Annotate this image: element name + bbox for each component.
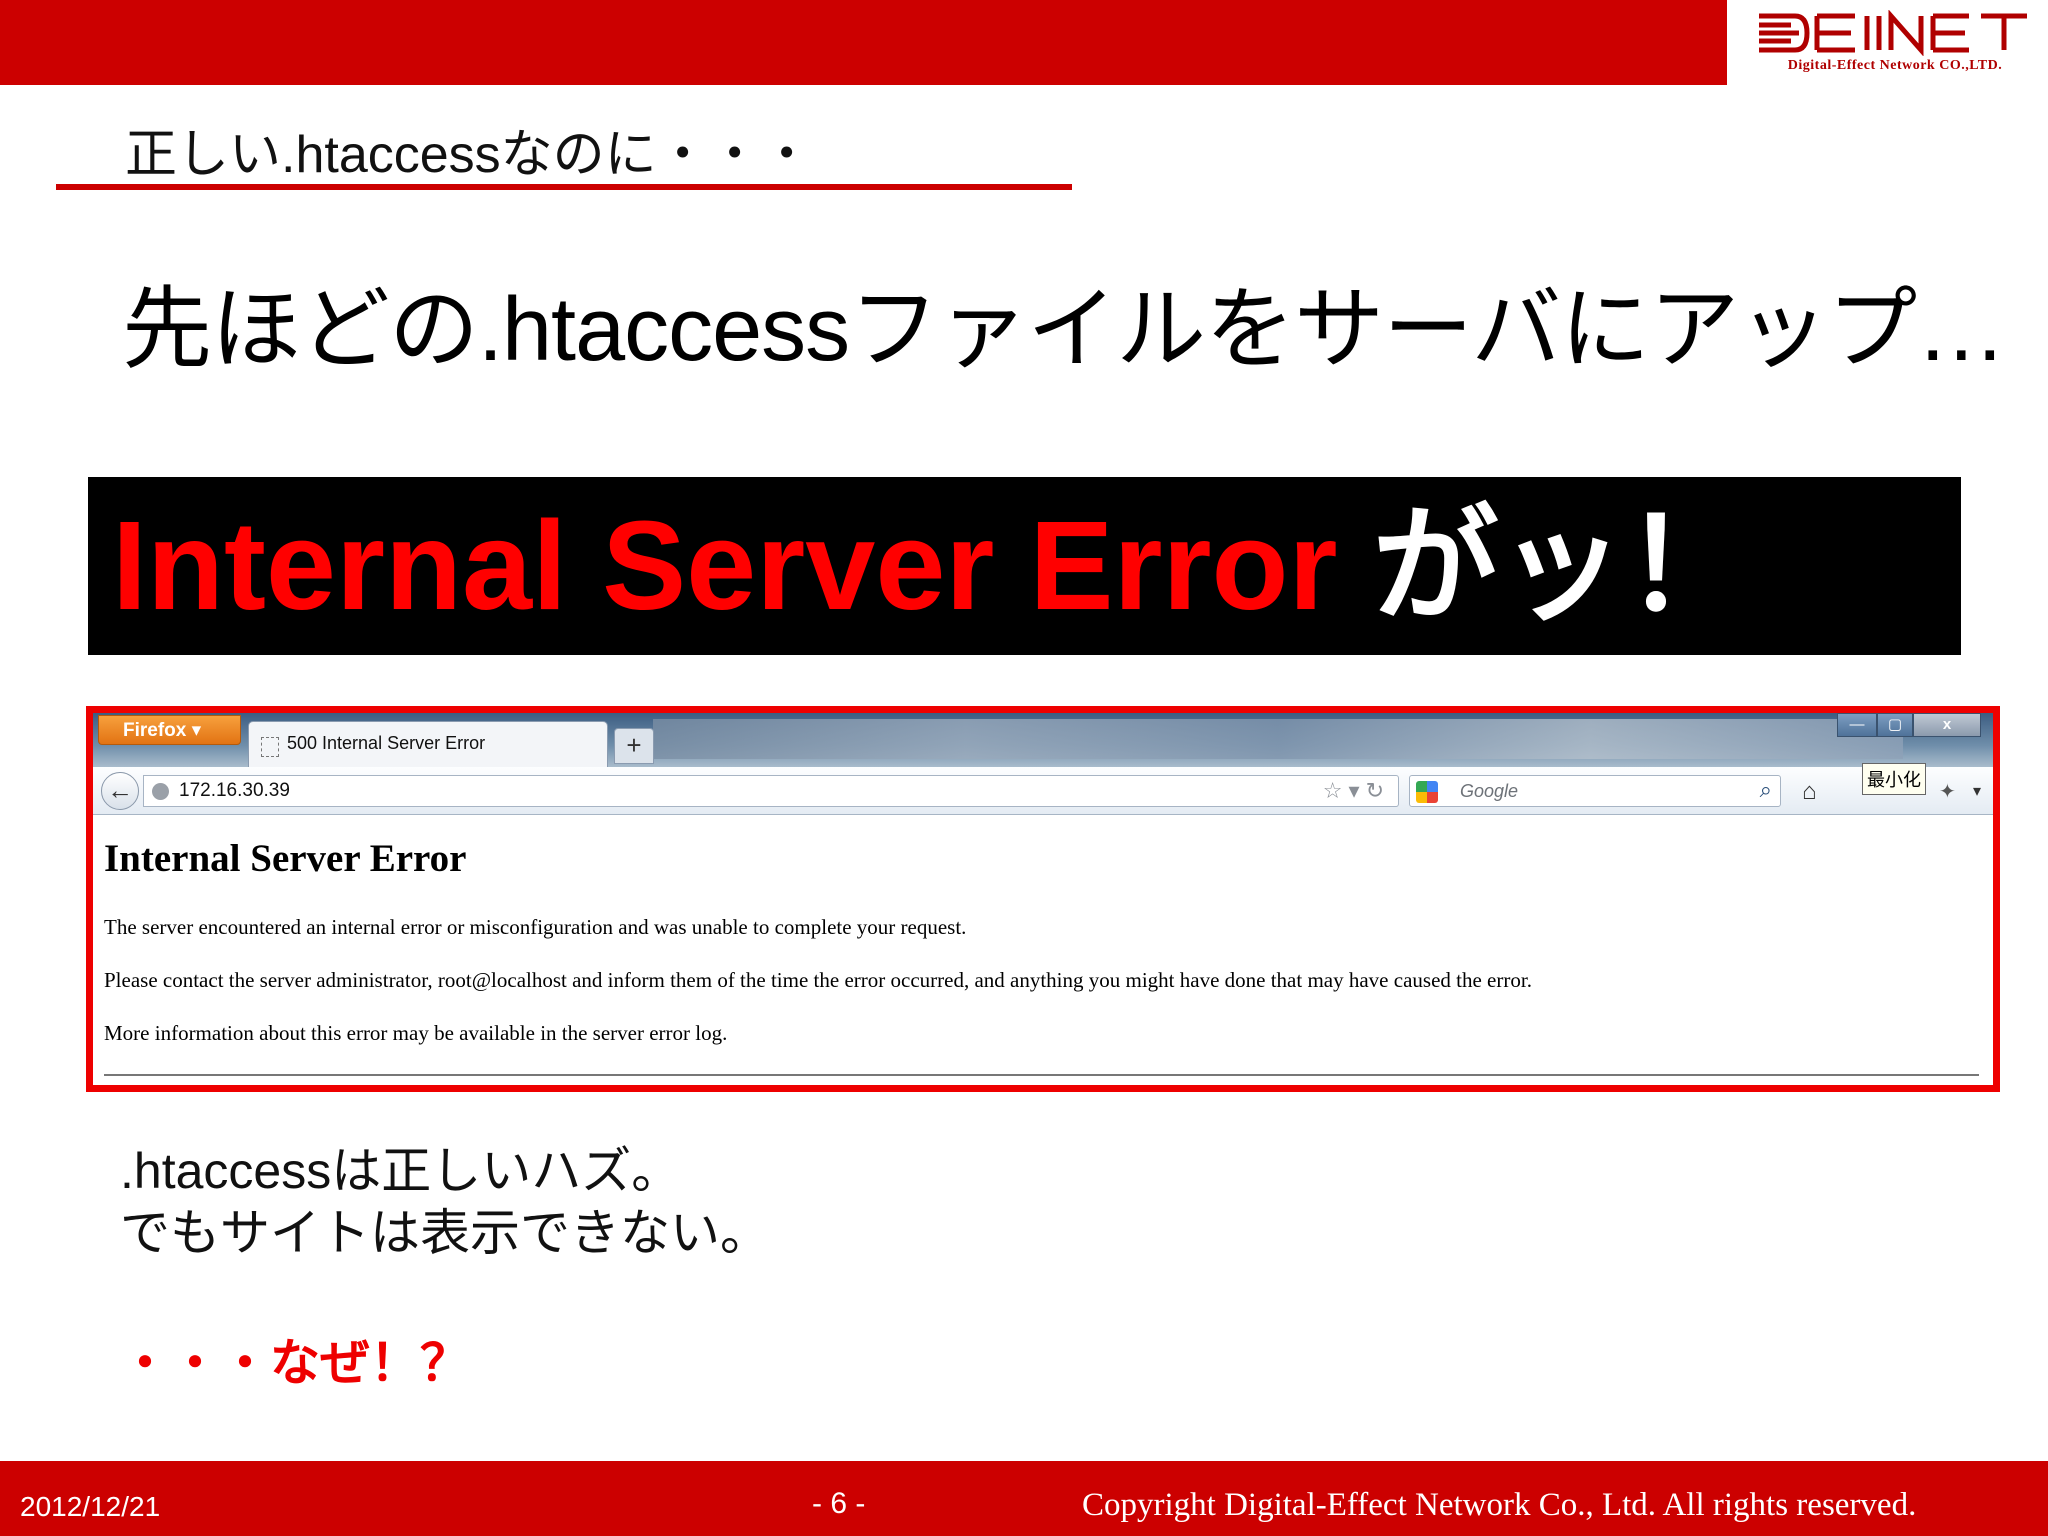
page-favicon-icon	[261, 737, 279, 757]
firefox-menu-button[interactable]: Firefox ▾	[98, 715, 241, 745]
minimize-button[interactable]: —	[1837, 713, 1877, 737]
maximize-button[interactable]: ▢	[1877, 713, 1913, 737]
note-line-1: .htaccessは正しいハズ。	[120, 1143, 682, 1199]
footer-copyright: Copyright Digital-Effect Network Co., Lt…	[1082, 1487, 1917, 1523]
tab-500-error[interactable]: 500 Internal Server Error	[248, 721, 608, 767]
note-line-2: でもサイトは表示できない。	[120, 1205, 770, 1261]
banner-exclamation: がッ！	[1372, 495, 1751, 636]
why-question: ・・・なぜ！？	[120, 1335, 470, 1391]
tab-strip: Firefox ▾ 500 Internal Server Error + — …	[93, 713, 1993, 767]
navigation-bar: ← 172.16.30.39 ☆▾↻ Google ⌕ ⌂ ✦ ▾ 最小化	[93, 763, 1993, 815]
chevron-down-icon: ▾	[191, 720, 202, 741]
title-underline	[56, 184, 1072, 190]
lead-text: 先ほどの.htaccessファイルをサーバにアップ…	[122, 280, 2006, 380]
section-title: 正しい.htaccessなのに・・・	[125, 126, 813, 184]
footer-bar: 2012/12/21 - 6 - Copyright Digital-Effec…	[0, 1461, 2048, 1536]
close-button[interactable]: x	[1913, 713, 1981, 737]
new-tab-button[interactable]: +	[614, 728, 654, 764]
reload-icon[interactable]: ↻	[1366, 778, 1390, 803]
firefox-button-label: Firefox	[123, 720, 187, 741]
url-text: 172.16.30.39	[179, 780, 290, 801]
error-paragraph-2: Please contact the server administrator,…	[104, 968, 1532, 992]
banner-error-text: Internal Server Error	[112, 495, 1338, 636]
minimize-tooltip: 最小化	[1862, 763, 1926, 795]
chevron-down-icon[interactable]: ▾	[1973, 781, 1981, 801]
error-page-heading: Internal Server Error	[104, 837, 467, 880]
logo-mark-icon	[1759, 10, 2027, 56]
error-page-content: Internal Server Error The server encount…	[93, 816, 1993, 1085]
dropdown-icon[interactable]: ▾	[1349, 778, 1366, 803]
globe-icon	[152, 783, 169, 800]
page-divider	[104, 1074, 1979, 1076]
tab-title: 500 Internal Server Error	[287, 733, 486, 753]
banner-text: Internal Server Error がッ！	[112, 499, 1751, 633]
blurred-background	[653, 719, 1903, 759]
url-bar-icons: ☆▾↻	[1323, 778, 1390, 804]
note-text: .htaccessは正しいハズ。 でもサイトは表示できない。	[120, 1140, 770, 1264]
addon-icon[interactable]: ✦	[1939, 779, 1956, 804]
search-icon[interactable]: ⌕	[1760, 777, 1772, 803]
google-icon[interactable]	[1416, 781, 1438, 803]
star-icon[interactable]: ☆	[1323, 778, 1349, 803]
search-placeholder: Google	[1460, 781, 1519, 801]
error-paragraph-3: More information about this error may be…	[104, 1021, 728, 1045]
company-logo: Digital-Effect Network CO.,LTD.	[1727, 0, 2048, 85]
logo-company-name: Digital-Effect Network CO.,LTD.	[1787, 58, 2003, 73]
footer-page-number: - 6 -	[812, 1487, 866, 1520]
url-bar[interactable]: 172.16.30.39 ☆▾↻	[143, 775, 1399, 807]
error-paragraph-1: The server encountered an internal error…	[104, 915, 967, 939]
footer-date: 2012/12/21	[20, 1491, 161, 1522]
header-bar	[0, 0, 1727, 85]
browser-screenshot: Firefox ▾ 500 Internal Server Error + — …	[86, 706, 2000, 1092]
error-banner: Internal Server Error がッ！	[88, 477, 1961, 655]
window-controls: — ▢ x	[1837, 713, 1987, 739]
search-bar[interactable]: Google ⌕	[1409, 775, 1781, 807]
back-arrow-icon[interactable]: ←	[101, 772, 139, 810]
home-icon[interactable]: ⌂	[1802, 778, 1817, 806]
